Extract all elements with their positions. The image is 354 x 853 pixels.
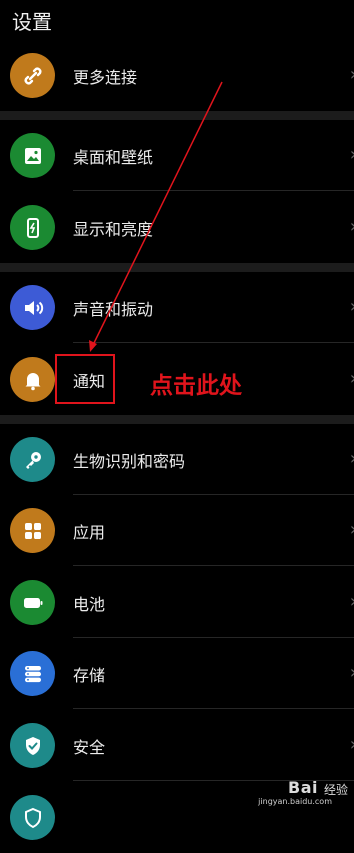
settings-item-label: 电池: [73, 595, 106, 614]
settings-item-label: 显示和亮度: [73, 220, 154, 239]
chevron-right-icon: ›: [350, 592, 354, 612]
watermark-brand: Bai: [288, 778, 318, 797]
settings-item-label: 声音和振动: [73, 300, 154, 319]
battery-icon: [10, 580, 55, 625]
annotation-label: 点击此处: [150, 373, 242, 399]
phone-brightness-icon: [10, 205, 55, 250]
shield-icon: [10, 795, 55, 840]
section-divider: [0, 415, 354, 424]
row-separator: [73, 190, 354, 191]
watermark-url: jingyan.baidu.com: [258, 797, 332, 806]
settings-item-sound-vibration[interactable]: 声音和振动 ›: [0, 272, 354, 343]
section-divider: [0, 111, 354, 120]
settings-item-label: 应用: [73, 523, 106, 542]
settings-item-desktop-wallpaper[interactable]: 桌面和壁纸 ›: [0, 120, 354, 191]
chevron-right-icon: ›: [350, 65, 354, 85]
settings-item-security[interactable]: 安全 ›: [0, 710, 354, 781]
section-divider: [0, 263, 354, 272]
settings-item-label: 安全: [73, 738, 106, 757]
settings-item-label: 生物识别和密码: [73, 452, 186, 471]
page-title: 设置: [12, 10, 52, 34]
baidu-jingyan-watermark: Bai 经验 jingyan.baidu.com: [218, 778, 348, 808]
key-icon: [10, 437, 55, 482]
row-separator: [73, 708, 354, 709]
settings-item-label: 存储: [73, 666, 106, 685]
settings-item-battery[interactable]: 电池 ›: [0, 567, 354, 638]
bell-icon: [10, 357, 55, 402]
chevron-right-icon: ›: [350, 663, 354, 683]
image-icon: [10, 133, 55, 178]
apps-grid-icon: [10, 508, 55, 553]
chevron-right-icon: ›: [350, 297, 354, 317]
chevron-right-icon: ›: [350, 145, 354, 165]
speaker-icon: [10, 285, 55, 330]
settings-item-display-brightness[interactable]: 显示和亮度 ›: [0, 192, 354, 263]
settings-item-apps[interactable]: 应用 ›: [0, 495, 354, 566]
link-icon: [10, 53, 55, 98]
settings-item-label: 更多连接: [73, 68, 138, 87]
settings-item-more-connections[interactable]: 更多连接 ›: [0, 40, 354, 111]
chevron-right-icon: ›: [350, 735, 354, 755]
row-separator: [73, 565, 354, 566]
watermark-brand-suffix: 经验: [323, 783, 348, 797]
chevron-right-icon: ›: [350, 449, 354, 469]
settings-item-label: 桌面和壁纸: [73, 148, 154, 167]
chevron-right-icon: ›: [350, 217, 354, 237]
row-separator: [73, 342, 354, 343]
settings-item-storage[interactable]: 存储 ›: [0, 638, 354, 709]
chevron-right-icon: ›: [350, 369, 354, 389]
shield-check-icon: [10, 723, 55, 768]
highlight-box: [55, 354, 115, 404]
settings-item-biometrics-password[interactable]: 生物识别和密码 ›: [0, 424, 354, 495]
chevron-right-icon: ›: [350, 520, 354, 540]
storage-icon: [10, 651, 55, 696]
